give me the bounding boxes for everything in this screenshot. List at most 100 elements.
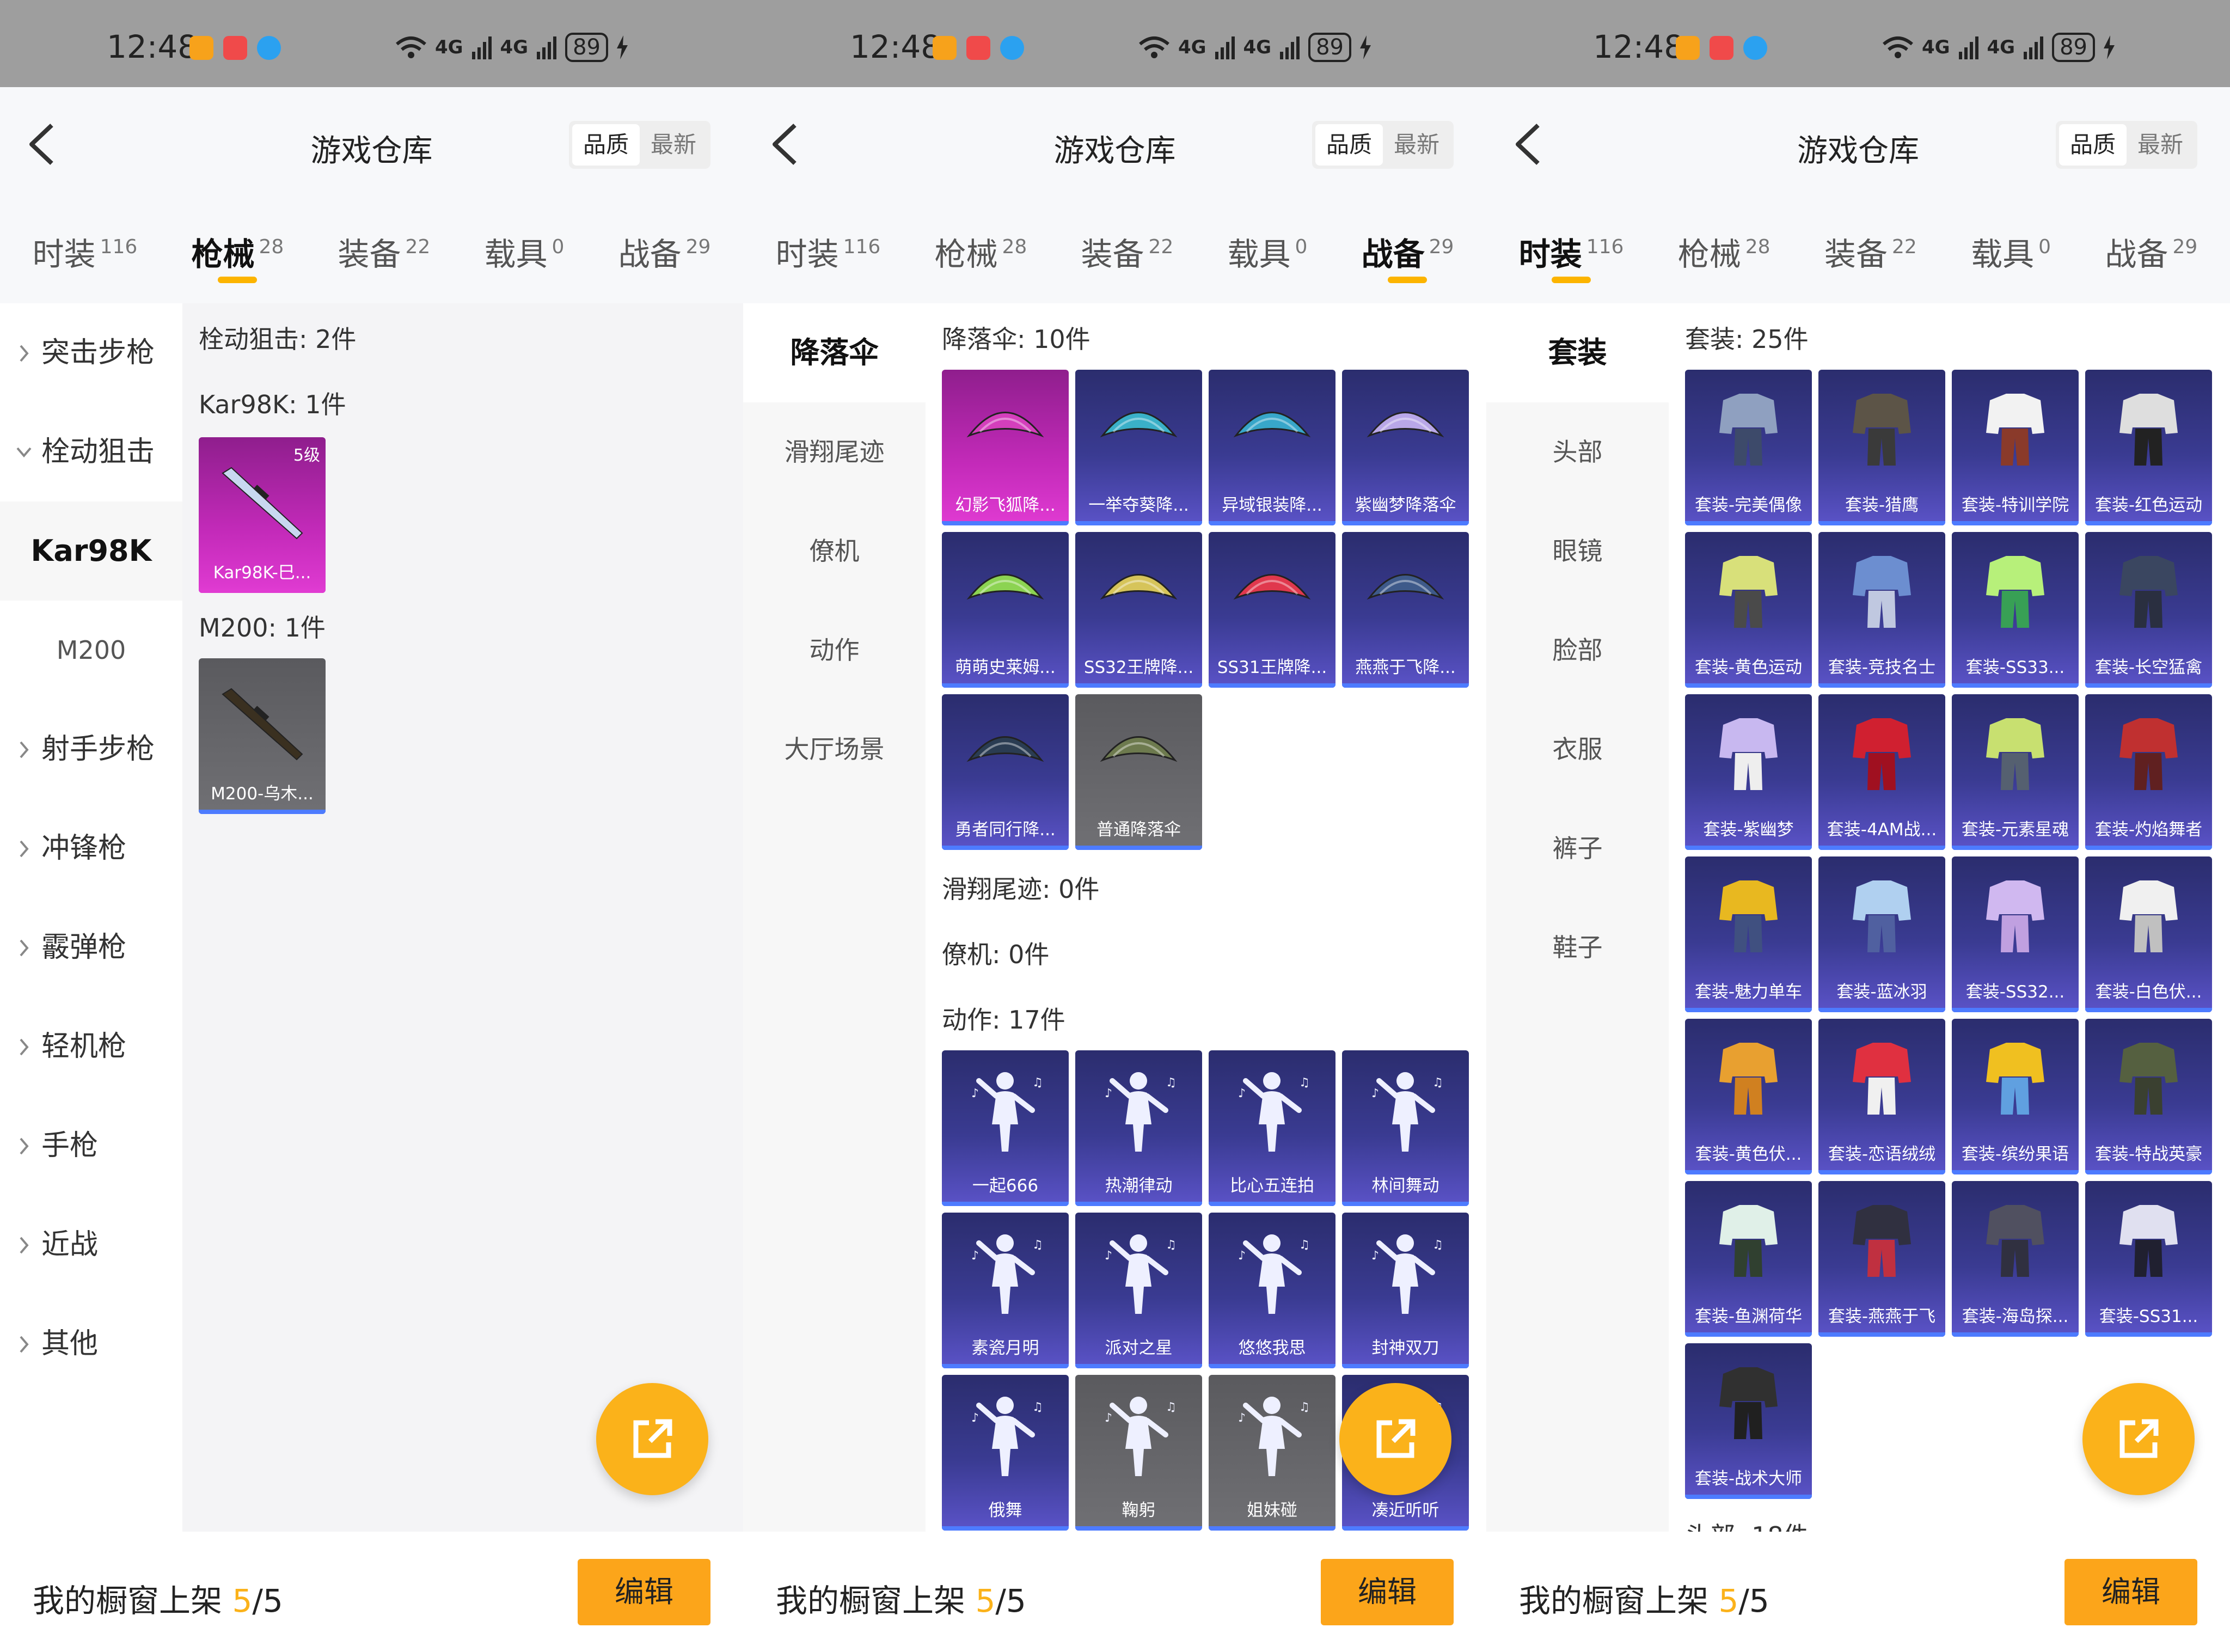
parachute-card[interactable]: 勇者同行降... [942,694,1069,850]
outfit-card[interactable]: 套装-元素星魂 [1952,694,2079,850]
share-button[interactable] [2082,1383,2195,1495]
sidebar-item-9[interactable]: 近战 [0,1195,182,1294]
tab-2[interactable]: 装备 22 [338,203,430,303]
sort-quality-button[interactable]: 品质 [2059,124,2127,166]
parachute-card[interactable]: 一举夺葵降... [1075,370,1202,525]
outfit-card[interactable]: 套装-黄色运动 [1685,532,1812,688]
tab-4[interactable]: 战备 29 [1362,203,1454,303]
emote-card[interactable]: ♪ ♫ 热潮律动 [1075,1050,1202,1206]
sidebar-item-1[interactable]: 头部 [1486,402,1669,501]
sort-latest-button[interactable]: 最新 [640,124,707,166]
tab-2[interactable]: 装备 22 [1081,203,1173,303]
parachute-card[interactable]: SS32王牌降... [1075,532,1202,688]
sidebar-item-4[interactable]: 大厅场景 [743,700,926,799]
sidebar-item-1[interactable]: 栓动狙击 [0,402,182,501]
emote-card[interactable]: ♪ ♫ 比心五连拍 [1209,1050,1335,1206]
sort-latest-button[interactable]: 最新 [2127,124,2194,166]
emote-card[interactable]: ♪ ♫ 姐妹碰 [1209,1375,1335,1531]
sort-quality-button[interactable]: 品质 [1315,124,1383,166]
emote-card[interactable]: ♪ ♫ 素瓷月明 [942,1213,1069,1368]
sidebar-item-4[interactable]: 射手步枪 [0,700,182,799]
outfit-card[interactable]: 套装-红色运动 [2085,370,2212,525]
sidebar-item-4[interactable]: 衣服 [1486,700,1669,799]
outfit-card[interactable]: 套装-SS31... [2085,1181,2212,1337]
sort-quality-button[interactable]: 品质 [572,124,640,166]
sidebar-item-3[interactable]: 动作 [743,601,926,700]
edit-button[interactable]: 编辑 [578,1559,710,1625]
tab-count: 28 [1745,236,1770,258]
tab-1[interactable]: 枪械 28 [191,203,284,303]
tab-2[interactable]: 装备 22 [1824,203,1917,303]
sidebar-item-0[interactable]: 降落伞 [743,303,926,402]
outfit-card[interactable]: 套装-完美偶像 [1685,370,1812,525]
sidebar-item-1[interactable]: 滑翔尾迹 [743,402,926,501]
outfit-card[interactable]: 套装-燕燕于飞 [1818,1181,1945,1337]
outfit-card[interactable]: 套装-鱼渊荷华 [1685,1181,1812,1337]
emote-card[interactable]: ♪ ♫ 俄舞 [942,1375,1069,1531]
parachute-card[interactable]: 幻影飞狐降... [942,370,1069,525]
emote-card[interactable]: ♪ ♫ 封神双刀 [1342,1213,1469,1368]
outfit-card[interactable]: 套装-猎鹰 [1818,370,1945,525]
outfit-card[interactable]: 套装-SS32... [1952,856,2079,1012]
sidebar-item-3[interactable]: M200 [0,601,182,700]
sidebar-item-2[interactable]: 眼镜 [1486,501,1669,601]
outfit-card[interactable]: 套装-海岛探... [1952,1181,2079,1337]
parachute-card[interactable]: 紫幽梦降落伞 [1342,370,1469,525]
tab-0[interactable]: 时装 116 [776,203,881,303]
sidebar-item-3[interactable]: 脸部 [1486,601,1669,700]
tab-0[interactable]: 时装 116 [33,203,138,303]
sidebar-item-5[interactable]: 冲锋枪 [0,799,182,898]
sidebar-item-7[interactable]: 轻机枪 [0,997,182,1096]
sidebar-item-0[interactable]: 突击步枪 [0,303,182,402]
tab-4[interactable]: 战备 29 [618,203,711,303]
edit-button[interactable]: 编辑 [2064,1559,2197,1625]
parachute-card[interactable]: 异域银装降... [1209,370,1335,525]
emote-card[interactable]: ♪ ♫ 派对之星 [1075,1213,1202,1368]
tab-3[interactable]: 载具 0 [1227,203,1307,303]
share-button[interactable] [596,1383,708,1495]
edit-button[interactable]: 编辑 [1321,1559,1454,1625]
outfit-card[interactable]: 套装-紫幽梦 [1685,694,1812,850]
sidebar-item-6[interactable]: 鞋子 [1486,898,1669,997]
parachute-card[interactable]: 普通降落伞 [1075,694,1202,850]
emote-card[interactable]: ♪ ♫ 鞠躬 [1075,1375,1202,1531]
sidebar-item-6[interactable]: 霰弹枪 [0,898,182,997]
outfit-card[interactable]: 套装-缤纷果语 [1952,1019,2079,1174]
sidebar-item-2[interactable]: Kar98K [0,501,182,601]
tab-4[interactable]: 战备 29 [2105,203,2197,303]
tab-1[interactable]: 枪械 28 [934,203,1027,303]
sidebar-item-8[interactable]: 手枪 [0,1096,182,1195]
outfit-card[interactable]: 套装-战术大师 [1685,1343,1812,1499]
emote-card[interactable]: ♪ ♫ 一起666 [942,1050,1069,1206]
content-area: 套装: 25件 套装-完美偶像 套装-猎鹰 套装-特训学院 套装-红色运动 套装-黄色运动… [1669,303,2229,1532]
outfit-card[interactable]: 套装-4AM战... [1818,694,1945,850]
share-button[interactable] [1339,1383,1451,1495]
sidebar-item-10[interactable]: 其他 [0,1294,182,1393]
tab-3[interactable]: 载具 0 [1971,203,2051,303]
parachute-card[interactable]: 燕燕于飞降... [1342,532,1469,688]
parachute-card[interactable]: SS31王牌降... [1209,532,1335,688]
outfit-card[interactable]: 套装-黄色伏... [1685,1019,1812,1174]
sidebar-item-2[interactable]: 僚机 [743,501,926,601]
outfit-card[interactable]: 套装-特战英豪 [2085,1019,2212,1174]
emote-card[interactable]: ♪ ♫ 林间舞动 [1342,1050,1469,1206]
tab-3[interactable]: 载具 0 [484,203,564,303]
sidebar-item-5[interactable]: 裤子 [1486,799,1669,898]
outfit-card[interactable]: 套装-恋语绒绒 [1818,1019,1945,1174]
tab-1[interactable]: 枪械 28 [1678,203,1770,303]
outfit-card[interactable]: 套装-魅力单车 [1685,856,1812,1012]
outfit-card[interactable]: 套装-SS33... [1952,532,2079,688]
rifle-card[interactable]: M200-乌木... [199,658,326,814]
outfit-card[interactable]: 套装-蓝冰羽 [1818,856,1945,1012]
outfit-card[interactable]: 套装-特训学院 [1952,370,2079,525]
outfit-card[interactable]: 套装-竞技名士 [1818,532,1945,688]
parachute-card[interactable]: 萌萌史莱姆... [942,532,1069,688]
outfit-card[interactable]: 套装-白色伏... [2085,856,2212,1012]
outfit-card[interactable]: 套装-灼焰舞者 [2085,694,2212,850]
sidebar-item-0[interactable]: 套装 [1486,303,1669,402]
outfit-card[interactable]: 套装-长空猛禽 [2085,532,2212,688]
tab-0[interactable]: 时装 116 [1519,203,1624,303]
rifle-card[interactable]: Kar98K-巳... 5级 [199,437,326,593]
sort-latest-button[interactable]: 最新 [1383,124,1450,166]
emote-card[interactable]: ♪ ♫ 悠悠我思 [1209,1213,1335,1368]
